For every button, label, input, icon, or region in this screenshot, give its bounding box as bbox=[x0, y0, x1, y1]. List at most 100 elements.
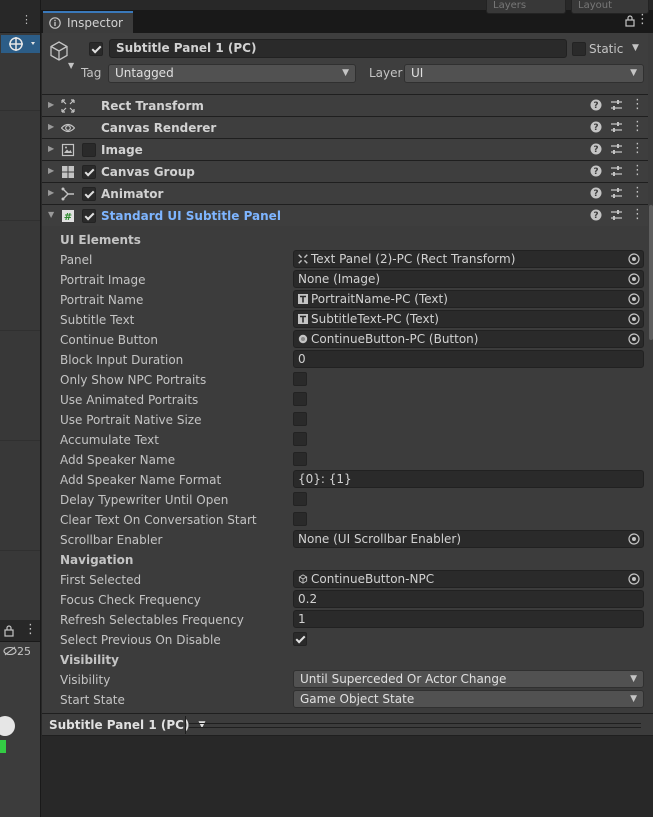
add-speaker-name-checkbox[interactable] bbox=[293, 452, 307, 466]
portrait-image-object-field[interactable]: None (Image) bbox=[293, 270, 644, 288]
presets-icon[interactable] bbox=[610, 187, 623, 199]
help-icon[interactable]: ? bbox=[590, 99, 602, 111]
component-canvas-renderer[interactable]: ▶ Canvas Renderer ? ⋮ bbox=[42, 116, 653, 138]
object-picker-icon[interactable] bbox=[628, 533, 640, 545]
portrait-name-object-field[interactable]: PortraitName-PC (Text) bbox=[293, 290, 644, 308]
object-picker-icon[interactable] bbox=[628, 333, 640, 345]
inspector-panel: ▼ Subtitle Panel 1 (PC) Static ▼ Tag Unt… bbox=[42, 33, 653, 713]
object-picker-icon[interactable] bbox=[628, 293, 640, 305]
block-input-duration-label: Block Input Duration bbox=[60, 353, 184, 367]
layer-label: Layer bbox=[369, 66, 403, 80]
layers-dropdown-fragment[interactable]: Layers bbox=[486, 0, 566, 14]
tab-inspector[interactable]: Inspector bbox=[43, 11, 133, 33]
component-menu-icon[interactable]: ⋮ bbox=[631, 186, 644, 199]
presets-icon[interactable] bbox=[610, 143, 623, 155]
cube-icon[interactable] bbox=[48, 40, 70, 62]
use-portrait-native-size-label: Use Portrait Native Size bbox=[60, 413, 202, 427]
static-dropdown-arrow-icon[interactable]: ▼ bbox=[632, 43, 639, 53]
component-menu-icon[interactable]: ⋮ bbox=[631, 208, 644, 221]
component-enabled-checkbox[interactable] bbox=[82, 143, 96, 157]
preview-menu-icon[interactable]: ⋮ bbox=[648, 718, 653, 731]
gameobject-active-checkbox[interactable] bbox=[89, 42, 103, 56]
fold-arrow-expanded-icon[interactable]: ▼ bbox=[48, 210, 54, 219]
inspector-scrollbar[interactable] bbox=[648, 33, 653, 713]
fold-arrow-icon[interactable]: ▶ bbox=[48, 100, 54, 109]
component-enabled-checkbox[interactable] bbox=[82, 209, 96, 223]
static-checkbox[interactable] bbox=[572, 42, 586, 56]
left-panel-menu-icon[interactable]: ⋮ bbox=[21, 14, 32, 25]
fold-arrow-icon[interactable]: ▶ bbox=[48, 188, 54, 197]
object-picker-icon[interactable] bbox=[628, 573, 640, 585]
animator-icon bbox=[61, 187, 74, 201]
help-icon[interactable]: ? bbox=[590, 209, 602, 221]
component-image[interactable]: ▶ Image ? ⋮ bbox=[42, 138, 653, 160]
component-menu-icon[interactable]: ⋮ bbox=[631, 164, 644, 177]
panel-object-field[interactable]: Text Panel (2)-PC (Rect Transform) bbox=[293, 250, 644, 268]
lock-icon[interactable] bbox=[4, 625, 14, 637]
use-portrait-native-size-checkbox[interactable] bbox=[293, 412, 307, 426]
fold-arrow-icon[interactable]: ▶ bbox=[48, 166, 54, 175]
button-component-icon bbox=[298, 334, 308, 344]
tab-menu-icon[interactable]: ⋮ bbox=[636, 13, 649, 26]
crosshair-icon bbox=[9, 37, 35, 51]
preview-title-dropdown[interactable]: Subtitle Panel 1 (PC) ▼ bbox=[47, 716, 207, 734]
component-name: Canvas Renderer bbox=[101, 121, 217, 135]
icon-dropdown-arrow-icon[interactable]: ▼ bbox=[68, 61, 74, 70]
presets-icon[interactable] bbox=[610, 209, 623, 221]
component-menu-icon[interactable]: ⋮ bbox=[631, 142, 644, 155]
start-state-dropdown[interactable]: Game Object State ▼ bbox=[293, 690, 644, 708]
continue-button-object-field[interactable]: ContinueButton-PC (Button) bbox=[293, 330, 644, 348]
left-adjacent-panel: ⋮ ⋮ 25 bbox=[0, 0, 41, 817]
gameobject-name-field[interactable]: Subtitle Panel 1 (PC) bbox=[109, 39, 567, 58]
canvas-group-icon bbox=[62, 166, 74, 178]
lock-icon[interactable] bbox=[625, 15, 635, 27]
add-speaker-name-format-field[interactable]: {0}: {1} bbox=[293, 470, 644, 488]
help-icon[interactable]: ? bbox=[590, 187, 602, 199]
help-icon[interactable]: ? bbox=[590, 143, 602, 155]
component-rect-transform[interactable]: ▶ Rect Transform ? ⋮ bbox=[42, 94, 653, 116]
eye-off-icon bbox=[3, 646, 17, 656]
component-canvas-group[interactable]: ▶ Canvas Group ? ⋮ bbox=[42, 160, 653, 182]
help-icon[interactable]: ? bbox=[590, 165, 602, 177]
navigation-header: Navigation bbox=[60, 553, 134, 567]
component-animator[interactable]: ▶ Animator ? ⋮ bbox=[42, 182, 653, 204]
first-selected-object-field[interactable]: ContinueButton-NPC bbox=[293, 570, 644, 588]
clear-text-on-conversation-start-checkbox[interactable] bbox=[293, 512, 307, 526]
object-picker-icon[interactable] bbox=[628, 313, 640, 325]
layer-dropdown[interactable]: UI ▼ bbox=[404, 64, 644, 83]
object-picker-icon[interactable] bbox=[628, 273, 640, 285]
fold-arrow-icon[interactable]: ▶ bbox=[48, 144, 54, 153]
presets-icon[interactable] bbox=[610, 121, 623, 133]
component-enabled-checkbox[interactable] bbox=[82, 187, 96, 201]
component-menu-icon[interactable]: ⋮ bbox=[631, 120, 644, 133]
help-icon[interactable]: ? bbox=[590, 121, 602, 133]
move-tool-button[interactable] bbox=[1, 35, 40, 53]
component-standard-ui-subtitle-panel[interactable]: ▼ # Standard UI Subtitle Panel ? ⋮ bbox=[42, 204, 653, 226]
component-enabled-checkbox[interactable] bbox=[82, 165, 96, 179]
scrollbar-enabler-object-field[interactable]: None (UI Scrollbar Enabler) bbox=[293, 530, 644, 548]
presets-icon[interactable] bbox=[610, 99, 623, 111]
select-previous-on-disable-checkbox[interactable] bbox=[293, 632, 307, 646]
component-menu-icon[interactable]: ⋮ bbox=[631, 98, 644, 111]
subtitle-text-object-field[interactable]: SubtitleText-PC (Text) bbox=[293, 310, 644, 328]
component-name: Canvas Group bbox=[101, 165, 195, 179]
tag-dropdown[interactable]: Untagged ▼ bbox=[108, 64, 356, 83]
block-input-duration-field[interactable]: 0 bbox=[293, 350, 644, 368]
object-picker-icon[interactable] bbox=[628, 253, 640, 265]
add-speaker-name-label: Add Speaker Name bbox=[60, 453, 176, 467]
hidden-count-value: 25 bbox=[17, 645, 31, 658]
only-show-npc-portraits-checkbox[interactable] bbox=[293, 372, 307, 386]
scrollbar-thumb[interactable] bbox=[649, 205, 653, 340]
refresh-selectables-frequency-field[interactable]: 1 bbox=[293, 610, 644, 628]
preview-resize-handle[interactable] bbox=[189, 723, 641, 728]
fold-arrow-icon[interactable]: ▶ bbox=[48, 122, 54, 131]
visibility-dropdown[interactable]: Until Superceded Or Actor Change ▼ bbox=[293, 670, 644, 688]
divider bbox=[0, 550, 40, 551]
accumulate-text-checkbox[interactable] bbox=[293, 432, 307, 446]
use-animated-portraits-checkbox[interactable] bbox=[293, 392, 307, 406]
left-lower-menu-icon[interactable]: ⋮ bbox=[24, 623, 37, 636]
delay-typewriter-until-open-checkbox[interactable] bbox=[293, 492, 307, 506]
divider bbox=[185, 716, 186, 734]
presets-icon[interactable] bbox=[610, 165, 623, 177]
focus-check-frequency-field[interactable]: 0.2 bbox=[293, 590, 644, 608]
